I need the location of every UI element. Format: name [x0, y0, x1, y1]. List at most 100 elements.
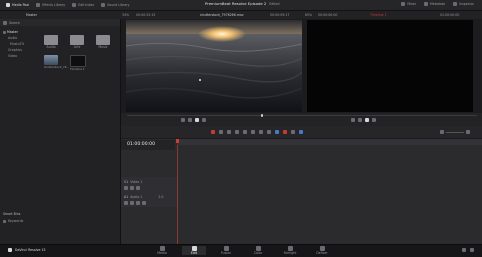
replace-clip-icon[interactable]	[259, 130, 263, 134]
page-tab-deliver[interactable]: Deliver	[310, 246, 334, 255]
timeline-playhead-icon[interactable]	[176, 139, 179, 143]
bin-tree: Master Audio Music/FX Graphics Video	[3, 30, 39, 58]
program-transport-controls	[351, 118, 376, 122]
lock-icon[interactable]	[124, 201, 128, 205]
sound-library-tab[interactable]: Sound Library	[101, 3, 129, 7]
stop-icon[interactable]	[358, 118, 362, 122]
marker-icon[interactable]	[299, 130, 303, 134]
clip-thumbnail	[44, 55, 58, 65]
stop-icon[interactable]	[188, 118, 192, 122]
davinci-resolve-logo-icon	[8, 248, 12, 252]
zoom-track[interactable]	[446, 131, 464, 133]
zoom-slider[interactable]	[440, 130, 470, 134]
eye-icon[interactable]	[136, 186, 140, 190]
smart-bins-header[interactable]: Smart Bins	[3, 212, 20, 216]
bin-audio[interactable]: Audio	[44, 35, 58, 49]
bin-tree-item-musicfx[interactable]: Music/FX	[10, 42, 39, 46]
track-headers: V1 Video 1 A1 Audio 1 2.0	[121, 177, 177, 207]
effects-icon	[36, 3, 41, 7]
mixer-tab[interactable]: Mixer	[401, 2, 416, 6]
auto-select-icon[interactable]	[130, 201, 134, 205]
chevron-down-icon	[3, 30, 6, 34]
program-timecode-right: 01:00:00:00	[440, 13, 460, 17]
effects-library-tab[interactable]: Effects Library	[36, 3, 65, 7]
play-icon[interactable]	[195, 118, 199, 122]
timeline-timecode: 01:00:00:00	[121, 140, 175, 150]
mute-icon[interactable]	[142, 201, 146, 205]
edit-index-icon	[72, 3, 77, 7]
source-duration: 00:00:09:17	[270, 13, 290, 17]
bin-tree-item-graphics[interactable]: Graphics	[8, 48, 39, 52]
search-icon[interactable]	[3, 20, 7, 25]
inspector-tab[interactable]: Inspector	[453, 2, 474, 6]
snapping-icon[interactable]	[267, 130, 271, 134]
zoom-in-icon[interactable]	[466, 130, 470, 134]
audio-track-controls	[124, 201, 146, 205]
clip-shutterstock[interactable]: shutterstock_79...	[44, 55, 69, 69]
program-zoom[interactable]: 65%	[305, 13, 312, 17]
home-icon[interactable]	[462, 248, 466, 252]
insert-clip-icon[interactable]	[243, 130, 247, 134]
overwrite-clip-icon[interactable]	[251, 130, 255, 134]
dynamic-trim-icon[interactable]	[227, 130, 231, 134]
bin-tree-item-audio[interactable]: Audio	[8, 36, 39, 40]
source-timecode: 00:00:25:15	[136, 13, 156, 17]
gear-icon[interactable]	[470, 248, 474, 252]
scrub-bar[interactable]	[127, 115, 477, 116]
sound-library-icon	[101, 3, 106, 7]
track-header-video-1[interactable]: V1 Video 1	[124, 180, 142, 184]
page-tab-edit[interactable]: Edit	[182, 246, 206, 255]
bin-tree-item-video[interactable]: Video	[8, 54, 39, 58]
master-bin-dropdown[interactable]: Master	[26, 13, 37, 17]
mixer-icon	[401, 2, 406, 6]
bin-tree-item-master[interactable]: Master	[3, 30, 39, 34]
bin-music[interactable]: Music	[96, 35, 110, 49]
media-pool-tab[interactable]: Media Pool	[6, 3, 29, 7]
flag-icon[interactable]	[291, 130, 295, 134]
inspector-icon	[453, 2, 458, 6]
page-tab-fusion[interactable]: Fusion	[214, 246, 238, 255]
metadata-icon	[424, 2, 429, 6]
page-tab-media[interactable]: Media	[150, 246, 174, 255]
edit-index-tab[interactable]: Edit Index	[72, 3, 94, 7]
media-pool-search-bar: Search	[0, 19, 120, 26]
zoom-out-icon[interactable]	[440, 130, 444, 134]
bin-grfx[interactable]: Grfx	[70, 35, 84, 49]
jog-forward-icon[interactable]	[372, 118, 376, 122]
app-branding: DaVinci Resolve 15	[8, 248, 46, 252]
timeline-viewer[interactable]	[307, 20, 473, 112]
folder-icon	[96, 35, 110, 45]
page-navigation-bar: DaVinci Resolve 15 Media Edit Fusion Col…	[0, 244, 482, 257]
folder-icon	[70, 35, 84, 45]
clip-timeline-1[interactable]: Timeline 1	[70, 55, 86, 71]
blade-tool-icon[interactable]	[235, 130, 239, 134]
source-clip-name[interactable]: shutterstock_7976266.mov	[200, 13, 244, 17]
video-track-controls	[124, 186, 140, 190]
trim-tool-icon[interactable]	[219, 130, 223, 134]
timeline-name-dropdown[interactable]: Timeline 1	[370, 13, 387, 17]
ocean-sunset-frame	[126, 20, 302, 112]
jog-forward-icon[interactable]	[202, 118, 206, 122]
solo-icon[interactable]	[136, 201, 140, 205]
metadata-tab[interactable]: Metadata	[424, 2, 445, 6]
page-tab-fairlight[interactable]: Fairlight	[278, 246, 302, 255]
play-icon[interactable]	[365, 118, 369, 122]
page-tab-color[interactable]: Color	[246, 246, 270, 255]
position-lock-icon[interactable]	[283, 130, 287, 134]
source-zoom[interactable]: 34%	[122, 13, 129, 17]
jog-back-icon[interactable]	[351, 118, 355, 122]
playhead-icon[interactable]	[261, 114, 263, 117]
folder-icon	[44, 35, 58, 45]
selection-tool-icon[interactable]	[211, 130, 215, 134]
jog-back-icon[interactable]	[181, 118, 185, 122]
track-header-audio-1[interactable]: A1 Audio 1 2.0	[124, 195, 163, 199]
source-viewer[interactable]	[126, 20, 302, 112]
auto-select-icon[interactable]	[130, 186, 134, 190]
timeline-ruler[interactable]	[177, 139, 482, 145]
smart-bin-keywords[interactable]: Keywords	[3, 219, 23, 223]
timeline-thumbnail	[70, 55, 86, 67]
linked-selection-icon[interactable]	[275, 130, 279, 134]
media-pool-icon	[6, 3, 10, 7]
source-transport-controls	[181, 118, 206, 122]
lock-icon[interactable]	[124, 186, 128, 190]
